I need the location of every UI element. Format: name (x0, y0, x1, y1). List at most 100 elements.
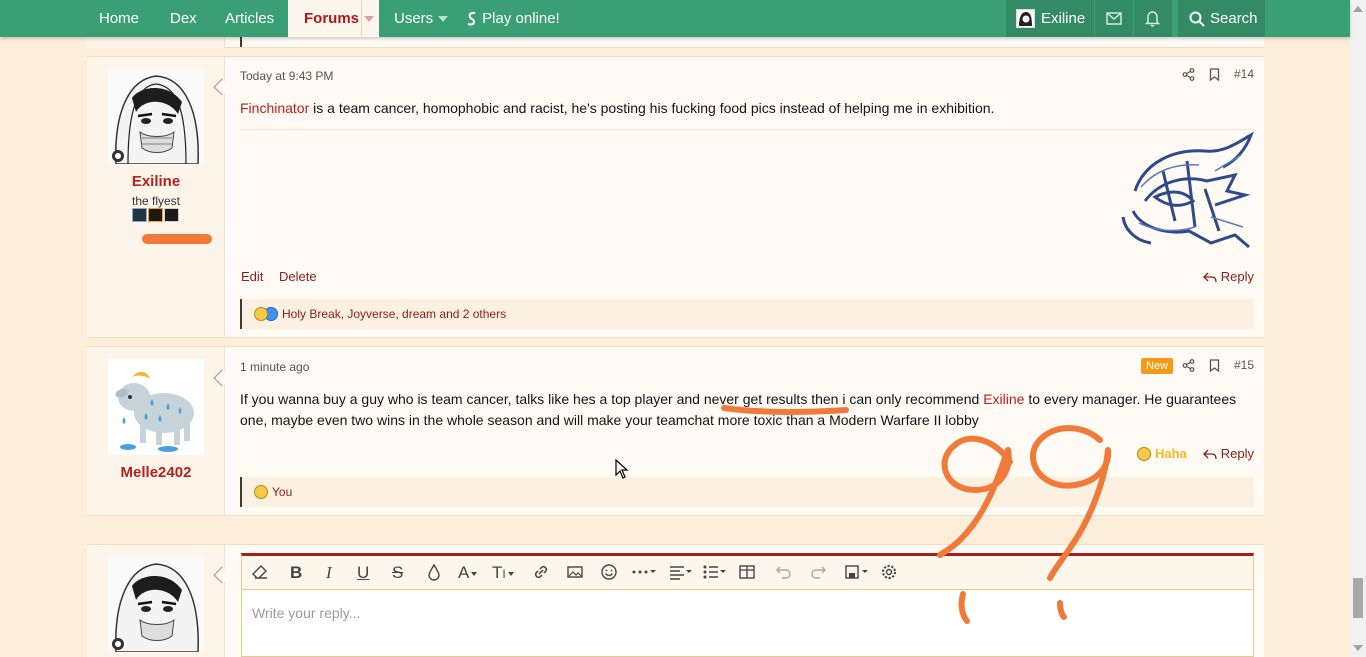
reply-icon (1203, 449, 1217, 460)
share-icon[interactable] (1182, 358, 1195, 372)
bell-icon (1145, 11, 1160, 27)
alerts-button[interactable] (1134, 0, 1172, 37)
mouse-cursor-icon (615, 459, 629, 479)
undo-icon[interactable] (775, 563, 793, 583)
nav-forums-tab[interactable]: Forums (288, 0, 379, 37)
message-text: is a team cancer, homophobic and racist,… (309, 100, 995, 116)
reactions-text[interactable]: You (272, 485, 292, 499)
drafts-icon[interactable] (844, 563, 872, 583)
text-color-icon[interactable] (427, 563, 441, 583)
bookmark-icon[interactable] (1209, 358, 1220, 372)
image-icon[interactable] (566, 563, 584, 583)
new-badge: New (1141, 358, 1174, 374)
username[interactable]: Exiline (87, 173, 225, 190)
haha-emoji-icon (254, 307, 268, 321)
redo-icon[interactable] (809, 563, 827, 583)
more-options-icon[interactable] (631, 563, 659, 583)
strikethrough-icon[interactable]: S (392, 563, 403, 583)
user-column: Exiline the flyest (87, 57, 225, 337)
post-tools: #14 (1182, 67, 1254, 81)
scroll-down-icon[interactable] (1353, 645, 1363, 651)
nav-home[interactable]: Home (99, 0, 139, 37)
message-text: If you wanna buy a guy who is team cance… (240, 391, 984, 407)
chevron-down-icon[interactable] (438, 16, 448, 22)
reactions-text[interactable]: Holy Break, Joyverse, dream and 2 others (282, 307, 506, 321)
user-badges (132, 208, 179, 222)
chevron-down-icon[interactable] (364, 16, 374, 22)
align-icon[interactable] (668, 563, 694, 583)
signature-image (1121, 131, 1254, 249)
post-time[interactable]: 1 minute ago (240, 360, 309, 374)
avatar[interactable] (108, 68, 204, 164)
reply-editor: B I U S A TI Write your reply... (241, 553, 1254, 657)
nav-users[interactable]: Users (394, 0, 433, 37)
reply-input[interactable]: Write your reply... (252, 605, 360, 621)
clear-formatting-icon[interactable] (251, 563, 269, 583)
badge-icon (164, 208, 179, 222)
username[interactable]: Melle2402 (87, 464, 225, 481)
search-icon (1189, 11, 1205, 27)
envelope-icon (1106, 12, 1122, 25)
haha-emoji-icon (1137, 447, 1151, 461)
edit-link[interactable]: Edit (241, 269, 263, 284)
bold-icon[interactable]: B (290, 563, 302, 583)
editor-toolbar: B I U S A TI (242, 556, 1253, 590)
reactions-bar[interactable]: Holy Break, Joyverse, dream and 2 others (240, 299, 1254, 329)
bookmark-icon[interactable] (1209, 67, 1220, 81)
nav-articles[interactable]: Articles (225, 0, 274, 37)
scroll-thumb[interactable] (1353, 578, 1363, 618)
underline-icon[interactable]: U (357, 563, 369, 583)
reply-icon (1203, 272, 1217, 283)
link-icon[interactable] (532, 563, 550, 583)
reactions-bar[interactable]: You (240, 477, 1254, 507)
reply-button[interactable]: Reply (1203, 446, 1254, 461)
scroll-up-icon[interactable] (1353, 6, 1363, 12)
post-number[interactable]: #14 (1234, 67, 1254, 81)
haha-label: Haha (1155, 446, 1187, 461)
search-button[interactable]: Search (1178, 0, 1265, 37)
font-family-icon[interactable]: A (458, 563, 478, 583)
badge-icon (132, 208, 147, 222)
avatar (108, 556, 204, 652)
previous-post-remnant (87, 37, 1264, 48)
list-icon[interactable] (702, 563, 728, 583)
search-label: Search (1210, 10, 1258, 27)
table-icon[interactable] (738, 563, 756, 583)
scribble-redaction (142, 234, 212, 244)
nav-dex[interactable]: Dex (170, 0, 197, 37)
share-icon[interactable] (1182, 67, 1195, 81)
nav-play-online[interactable]: Play online! (466, 0, 560, 37)
user-mention-link[interactable]: Finchinator (240, 100, 309, 116)
message-body: Finchinator is a team cancer, homophobic… (240, 98, 1254, 119)
delete-link[interactable]: Delete (279, 269, 317, 284)
font-size-icon[interactable]: TI (492, 563, 514, 583)
badge-icon (148, 208, 163, 222)
haha-reaction-button[interactable]: Haha (1137, 446, 1187, 461)
message-body: If you wanna buy a guy who is team cance… (240, 389, 1254, 431)
post-15: Melle2402 1 minute ago New #15 If you wa… (87, 346, 1264, 516)
reply-button[interactable]: Reply (1203, 269, 1254, 284)
user-column (87, 37, 225, 48)
pokemon-showdown-icon (467, 11, 476, 26)
user-column (87, 545, 225, 657)
nav-play-online-label: Play online! (482, 10, 560, 27)
avatar[interactable] (108, 359, 204, 455)
italic-icon[interactable]: I (326, 563, 332, 583)
nav-divider (361, 0, 362, 37)
inbox-button[interactable] (1095, 0, 1133, 37)
smilie-icon[interactable] (600, 563, 618, 583)
user-column: Melle2402 (87, 347, 225, 515)
signature-divider (240, 129, 1254, 130)
nav-forums[interactable]: Forums (304, 0, 359, 37)
post-number[interactable]: #15 (1234, 358, 1254, 372)
user-mention-link[interactable]: Exiline (983, 391, 1024, 407)
reaction-bar-edge (240, 37, 242, 47)
account-link[interactable]: Exiline (1006, 0, 1094, 37)
user-title: the flyest (131, 194, 181, 208)
post-time[interactable]: Today at 9:43 PM (240, 69, 333, 83)
post-tools: #15 (1182, 358, 1254, 372)
scrollbar[interactable] (1350, 0, 1366, 657)
haha-emoji-icon (254, 485, 268, 499)
gear-icon[interactable] (880, 563, 898, 583)
account-name: Exiline (1041, 10, 1086, 27)
